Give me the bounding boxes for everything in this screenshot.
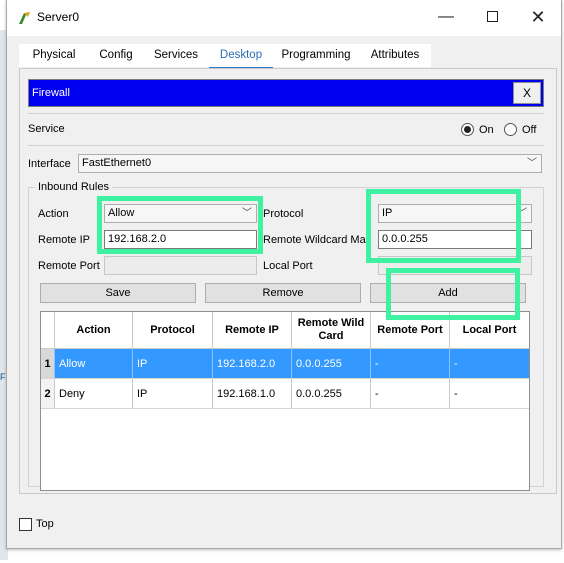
cell-protocol: IP <box>133 349 213 378</box>
minimize-button[interactable]: — <box>423 0 469 34</box>
title-bar[interactable]: Server0 — ✕ <box>7 0 561 36</box>
column-header-action[interactable]: Action <box>55 312 133 348</box>
chevron-down-icon: ﹀ <box>527 158 537 169</box>
service-off-radio[interactable] <box>504 123 517 136</box>
remote-wildcard-label: Remote Wildcard Mas <box>263 234 372 246</box>
app-icon <box>19 12 30 24</box>
remove-button[interactable]: Remove <box>205 283 361 303</box>
maximize-button[interactable] <box>469 0 515 34</box>
column-header-local-port[interactable]: Local Port <box>450 312 529 348</box>
firewall-close-button[interactable]: X <box>513 82 541 104</box>
tab-config[interactable]: Config <box>89 44 143 67</box>
chevron-down-icon: ﹀ <box>517 208 527 219</box>
close-icon: ✕ <box>530 7 546 27</box>
column-header-remote-port[interactable]: Remote Port <box>371 312 450 348</box>
column-header-index <box>41 312 55 348</box>
table-header: Action Protocol Remote IP Remote Wild Ca… <box>41 312 529 349</box>
cell-action: Allow <box>55 349 133 378</box>
tab-services[interactable]: Services <box>143 44 209 67</box>
cell-local-port: - <box>454 357 458 370</box>
remote-ip-label: Remote IP <box>38 234 90 246</box>
cell-local-port: - <box>454 387 458 400</box>
firewall-header: Firewall X <box>28 79 544 107</box>
cell-wildcard: 0.0.0.255 <box>292 379 371 408</box>
cell-remote-port: - <box>371 349 450 378</box>
maximize-icon <box>486 11 498 23</box>
remote-port-label: Remote Port <box>38 260 100 272</box>
action-select[interactable]: Allow ﹀ <box>104 204 257 223</box>
remote-wildcard-input[interactable]: 0.0.0.255 <box>378 230 532 249</box>
window-title: Server0 <box>37 10 80 24</box>
top-checkbox[interactable] <box>19 518 32 531</box>
cell-protocol: IP <box>133 379 213 408</box>
action-value: Allow <box>108 207 135 219</box>
protocol-value: IP <box>382 207 393 219</box>
cell-remote-port: - <box>371 379 450 408</box>
action-label: Action <box>38 208 69 220</box>
divider <box>28 145 544 146</box>
desktop-panel: Firewall X Service On Off Interface Fast… <box>19 68 557 494</box>
column-header-protocol[interactable]: Protocol <box>133 312 213 348</box>
service-on-label: On <box>479 124 494 136</box>
row-number: 1 <box>41 349 55 378</box>
column-header-remote-ip[interactable]: Remote IP <box>213 312 292 348</box>
protocol-select[interactable]: IP ﹀ <box>378 204 532 223</box>
service-label: Service <box>28 123 65 135</box>
interface-value: FastEthernet0 <box>82 157 152 169</box>
table-row[interactable]: 2 Deny IP 192.168.1.0 0.0.0.255 - - <box>41 379 529 409</box>
cell-action: Deny <box>55 379 133 408</box>
add-button[interactable]: Add <box>370 283 526 303</box>
protocol-label: Protocol <box>263 208 304 220</box>
divider <box>28 113 544 114</box>
remote-ip-input[interactable]: 192.168.2.0 <box>104 230 257 249</box>
inbound-rules-title: Inbound Rules <box>35 181 112 193</box>
close-button[interactable]: ✕ <box>515 0 561 34</box>
service-off-label: Off <box>522 124 537 136</box>
interface-select[interactable]: FastEthernet0 ﹀ <box>78 154 542 173</box>
row-number: 2 <box>41 379 55 408</box>
tab-desktop[interactable]: Desktop <box>209 44 273 69</box>
local-port-input[interactable] <box>378 256 532 275</box>
service-on-radio[interactable] <box>461 123 474 136</box>
local-port-label: Local Port <box>263 260 313 272</box>
interface-label: Interface <box>28 158 71 170</box>
tab-physical[interactable]: Physical <box>19 44 89 67</box>
top-label: Top <box>36 518 54 530</box>
column-header-remote-wildcard[interactable]: Remote Wild Card <box>292 312 371 348</box>
tab-programming[interactable]: Programming <box>273 44 359 67</box>
tab-attributes[interactable]: Attributes <box>359 44 431 67</box>
save-button[interactable]: Save <box>40 283 196 303</box>
cell-remote-ip: 192.168.1.0 <box>213 379 292 408</box>
table-row[interactable]: 1 Allow IP 192.168.2.0 0.0.0.255 - - <box>41 349 529 379</box>
server-window: Server0 — ✕ Physical Config Services Des… <box>6 0 562 549</box>
rules-table: Action Protocol Remote IP Remote Wild Ca… <box>40 311 530 491</box>
firewall-title: Firewall <box>32 87 70 99</box>
remote-port-input[interactable] <box>104 256 257 275</box>
cell-wildcard: 0.0.0.255 <box>292 349 371 378</box>
minimize-icon: — <box>438 8 454 25</box>
chevron-down-icon: ﹀ <box>242 208 252 219</box>
cell-remote-ip: 192.168.2.0 <box>213 349 292 378</box>
